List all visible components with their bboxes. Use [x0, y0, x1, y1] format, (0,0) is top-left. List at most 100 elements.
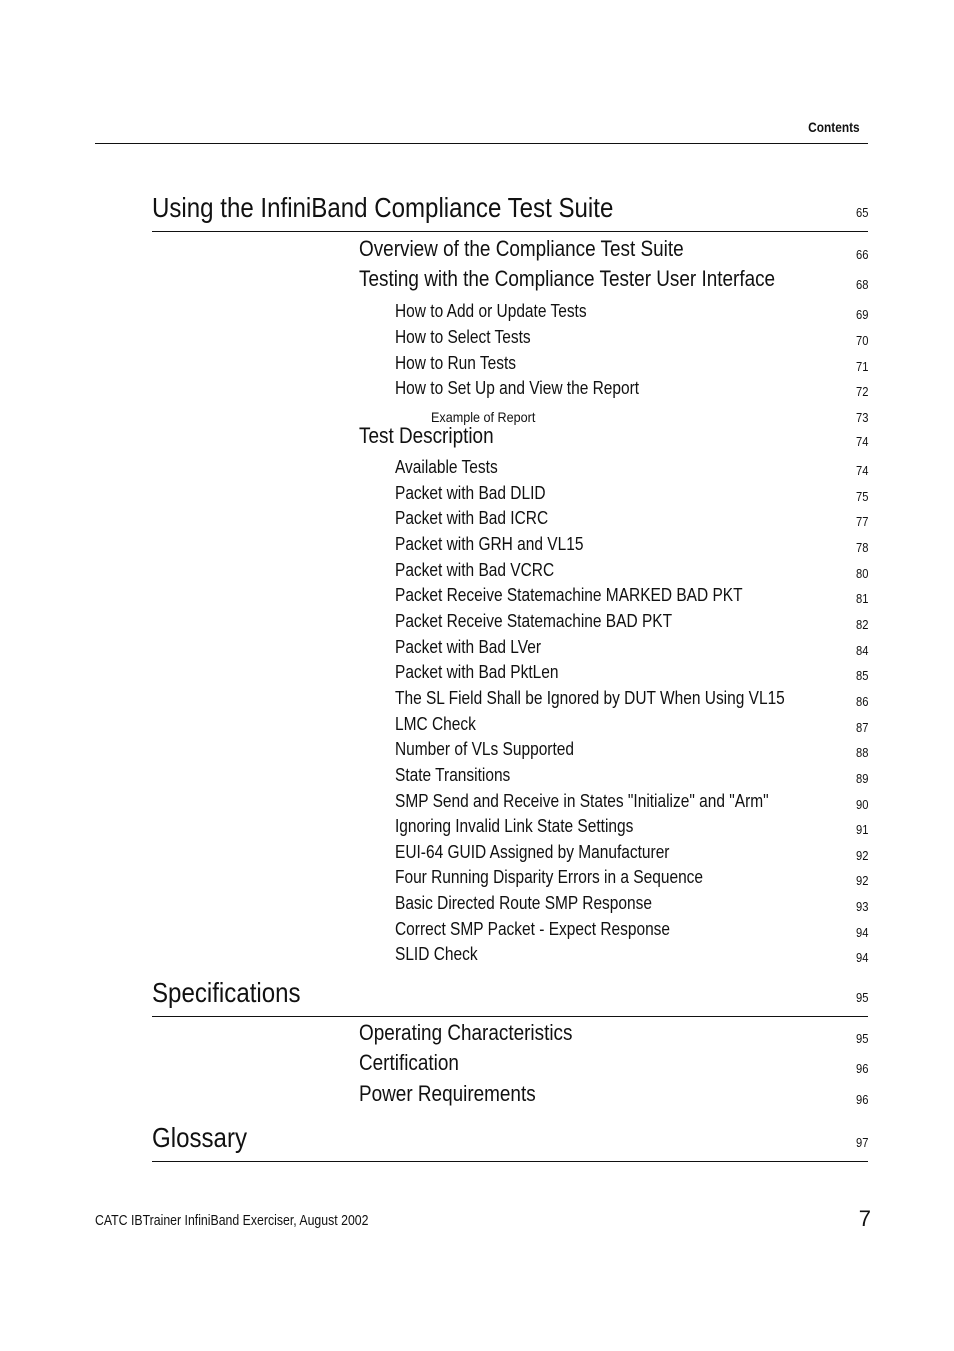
toc-entry-page-number: 88: [855, 745, 868, 760]
toc-entry-label[interactable]: Basic Directed Route SMP Response: [395, 893, 652, 914]
toc-chapter[interactable]: Using the InfiniBand Compliance Test Sui…: [152, 192, 868, 232]
chapter-rule: [152, 1161, 868, 1162]
chapter-page-number: 95: [855, 990, 868, 1005]
toc-entry[interactable]: How to Run Tests 71: [395, 352, 868, 376]
toc-entry[interactable]: SMP Send and Receive in States "Initiali…: [395, 790, 868, 814]
toc-entry-label[interactable]: Operating Characteristics: [359, 1020, 572, 1046]
toc-entry[interactable]: Packet Receive Statemachine BAD PKT 82: [395, 610, 868, 634]
chapter-title[interactable]: Using the InfiniBand Compliance Test Sui…: [152, 192, 613, 224]
toc-entry-label[interactable]: Overview of the Compliance Test Suite: [359, 236, 684, 262]
toc-entry-label[interactable]: Power Requirements: [359, 1081, 536, 1107]
toc-entry-page-number: 69: [855, 307, 868, 322]
toc-entry[interactable]: How to Set Up and View the Report 72: [395, 377, 868, 401]
toc-entry-label[interactable]: Packet with Bad VCRC: [395, 560, 554, 581]
toc-entry-label[interactable]: EUI-64 GUID Assigned by Manufacturer: [395, 842, 669, 863]
toc-entry[interactable]: Test Description 74: [359, 423, 868, 451]
toc-entry[interactable]: LMC Check 87: [395, 713, 868, 737]
toc-entry[interactable]: Ignoring Invalid Link State Settings 91: [395, 815, 868, 839]
toc-entry[interactable]: Packet with Bad ICRC 77: [395, 507, 868, 531]
toc-entry-label[interactable]: Testing with the Compliance Tester User …: [359, 266, 775, 292]
toc-entry-label[interactable]: Number of VLs Supported: [395, 739, 574, 760]
toc-entry[interactable]: Packet with Bad DLID 75: [395, 482, 868, 506]
toc-entry[interactable]: Basic Directed Route SMP Response 93: [395, 892, 868, 916]
toc-entry[interactable]: Example of Report 73: [431, 403, 868, 427]
toc-entry[interactable]: How to Select Tests 70: [395, 326, 868, 350]
chapter-page-number: 65: [855, 205, 868, 220]
toc-entry[interactable]: Power Requirements 96: [359, 1081, 868, 1109]
toc-entry-page-number: 68: [855, 277, 868, 292]
toc-entry-page-number: 84: [855, 643, 868, 658]
toc-entry-page-number: 71: [855, 359, 868, 374]
toc-entry-label[interactable]: Available Tests: [395, 457, 498, 478]
toc-entry-page-number: 82: [855, 617, 868, 632]
toc-entry-page-number: 90: [855, 797, 868, 812]
toc-entry[interactable]: Operating Characteristics 95: [359, 1020, 868, 1048]
toc-entry-page-number: 85: [855, 668, 868, 683]
toc-entry-page-number: 95: [855, 1031, 868, 1046]
toc-entry-page-number: 92: [855, 873, 868, 888]
chapter-title[interactable]: Specifications: [152, 977, 301, 1009]
toc-entry[interactable]: Packet with Bad LVer 84: [395, 636, 868, 660]
toc-entry-label[interactable]: Certification: [359, 1050, 459, 1076]
toc-entry-page-number: 72: [855, 384, 868, 399]
header-rule: [95, 143, 868, 144]
toc-entry-page-number: 94: [855, 925, 868, 940]
toc-entry-page-number: 91: [855, 822, 868, 837]
toc-entry[interactable]: Available Tests 74: [395, 456, 868, 480]
toc-entry[interactable]: Four Running Disparity Errors in a Seque…: [395, 866, 868, 890]
toc-entry-label[interactable]: Packet with GRH and VL15: [395, 534, 583, 555]
page-number: 7: [858, 1206, 871, 1231]
running-head: Contents: [808, 119, 860, 135]
toc-chapter[interactable]: Specifications 95: [152, 977, 868, 1017]
toc-entry-label[interactable]: How to Run Tests: [395, 353, 516, 374]
toc-entry[interactable]: State Transitions 89: [395, 764, 868, 788]
toc-entry[interactable]: Testing with the Compliance Tester User …: [359, 266, 868, 294]
toc-entry-label[interactable]: State Transitions: [395, 765, 510, 786]
toc-entry-label[interactable]: LMC Check: [395, 714, 476, 735]
toc-entry-label[interactable]: Four Running Disparity Errors in a Seque…: [395, 867, 703, 888]
toc-entry-page-number: 70: [855, 333, 868, 348]
toc-entry-label[interactable]: Packet with Bad DLID: [395, 483, 546, 504]
toc-entry-page-number: 93: [855, 899, 868, 914]
toc-entry-label[interactable]: How to Set Up and View the Report: [395, 378, 639, 399]
chapter-rule: [152, 1016, 868, 1017]
toc-entry-page-number: 80: [855, 566, 868, 581]
toc-entry-label[interactable]: How to Select Tests: [395, 327, 531, 348]
toc-entry-label[interactable]: Packet with Bad LVer: [395, 637, 541, 658]
toc-entry[interactable]: Packet with GRH and VL15 78: [395, 533, 868, 557]
toc-entry[interactable]: How to Add or Update Tests 69: [395, 300, 868, 324]
toc-entry-label[interactable]: Packet Receive Statemachine MARKED BAD P…: [395, 585, 743, 606]
toc-entry-page-number: 73: [855, 410, 868, 425]
toc-entry-label[interactable]: How to Add or Update Tests: [395, 301, 587, 322]
toc-chapter[interactable]: Glossary 97: [152, 1122, 868, 1162]
toc-entry-page-number: 81: [855, 591, 868, 606]
toc-entry-page-number: 96: [855, 1092, 868, 1107]
toc-entry[interactable]: Packet Receive Statemachine MARKED BAD P…: [395, 584, 868, 608]
toc-entry-label[interactable]: SLID Check: [395, 944, 478, 965]
toc-entry-label[interactable]: SMP Send and Receive in States "Initiali…: [395, 791, 769, 812]
toc-entry[interactable]: EUI-64 GUID Assigned by Manufacturer 92: [395, 841, 868, 865]
chapter-title[interactable]: Glossary: [152, 1122, 247, 1154]
toc-entry-page-number: 86: [855, 694, 868, 709]
toc-entry[interactable]: Correct SMP Packet - Expect Response 94: [395, 918, 868, 942]
toc-entry-page-number: 96: [855, 1061, 868, 1076]
toc-entry-page-number: 92: [855, 848, 868, 863]
toc-entry-label[interactable]: Packet Receive Statemachine BAD PKT: [395, 611, 672, 632]
toc-entry[interactable]: Packet with Bad PktLen 85: [395, 661, 868, 685]
toc-entry-label[interactable]: Correct SMP Packet - Expect Response: [395, 919, 670, 940]
toc-entry[interactable]: Number of VLs Supported 88: [395, 738, 868, 762]
toc-entry[interactable]: Overview of the Compliance Test Suite 66: [359, 236, 868, 264]
toc-entry-page-number: 87: [855, 720, 868, 735]
toc-entry[interactable]: SLID Check 94: [395, 943, 868, 967]
toc-entry-label[interactable]: Test Description: [359, 423, 494, 449]
toc-entry-label[interactable]: Packet with Bad PktLen: [395, 662, 558, 683]
toc-entry[interactable]: Packet with Bad VCRC 80: [395, 559, 868, 583]
toc-entry-page-number: 74: [855, 434, 868, 449]
toc-entry-page-number: 74: [855, 463, 868, 478]
toc-entry-label[interactable]: Packet with Bad ICRC: [395, 508, 548, 529]
chapter-rule: [152, 231, 868, 232]
toc-entry-label[interactable]: Ignoring Invalid Link State Settings: [395, 816, 633, 837]
toc-entry-label[interactable]: The SL Field Shall be Ignored by DUT Whe…: [395, 688, 785, 709]
toc-entry[interactable]: The SL Field Shall be Ignored by DUT Whe…: [395, 687, 868, 711]
toc-entry[interactable]: Certification 96: [359, 1050, 868, 1078]
